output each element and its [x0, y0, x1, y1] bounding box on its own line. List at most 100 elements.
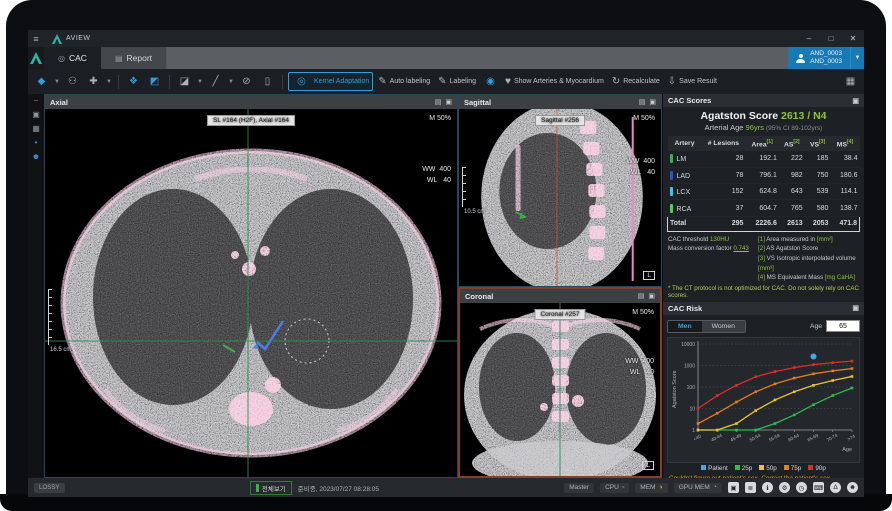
table-row[interactable]: LAD 78796.1982750180.6 — [668, 167, 860, 183]
eraser-tool-button[interactable]: ◪ — [175, 72, 194, 91]
sidebar-layout-window-icon[interactable]: ▦ — [32, 124, 40, 133]
record-button[interactable]: ◉ — [481, 72, 500, 91]
note-line: [4] MS Equivalent Mass [mg CaHA] — [758, 273, 859, 283]
risk-controls: Men Women Age — [667, 318, 860, 335]
cac-risk-maximize-icon[interactable]: ▣ — [852, 304, 859, 312]
toolbar-settings-button[interactable]: ▦ — [841, 72, 860, 91]
eraser-tool-caret-icon[interactable]: ▼ — [196, 79, 204, 85]
sagittal-export-icon[interactable]: ▤ — [639, 98, 646, 106]
navigate-tool-caret-icon[interactable]: ▼ — [53, 79, 61, 85]
auto-labeling-icon: ✎ — [378, 76, 386, 87]
table-row[interactable]: LCX 152624.8643539114.1 — [668, 184, 860, 200]
maximize-icon[interactable]: □ — [820, 30, 842, 47]
user-icon[interactable]: ☻ — [847, 482, 858, 493]
kernel-adaptation-toggle[interactable]: ◎ Kernel Adaptation — [288, 72, 373, 91]
svg-text:70-74: 70-74 — [826, 432, 839, 442]
table-header-cell: AS[2] — [779, 136, 805, 151]
content-area: − ▣ ▦ • ☻ Axial ▤ ▣ — [28, 94, 864, 478]
compare-users-button[interactable]: ⚇ — [63, 72, 82, 91]
svg-text:Agatston Score: Agatston Score — [672, 370, 678, 408]
mem-indicator[interactable]: MEM◑ — [635, 483, 667, 493]
crosshair-tool-button[interactable]: ✚ — [84, 72, 103, 91]
close-icon[interactable]: ✕ — [842, 30, 864, 47]
navigate-tool-button[interactable]: ◆ — [32, 72, 51, 91]
clock-icon[interactable]: ◷ — [796, 482, 807, 493]
note-line: [1] Area measured in [mm²] — [758, 235, 859, 245]
display-icon[interactable]: ▣ — [728, 482, 739, 493]
cac-scores-title: CAC Scores — [668, 96, 711, 105]
save-result-button[interactable]: ⇩ Save Result — [665, 72, 720, 91]
measure-tool-caret-icon[interactable]: ▼ — [227, 79, 235, 85]
legend-item[interactable]: 90p — [808, 465, 826, 472]
legend-item[interactable]: 75p — [784, 465, 802, 472]
sidebar-patient-icon[interactable]: ☻ — [32, 152, 40, 161]
toolbar-divider — [118, 75, 119, 89]
document-icon[interactable]: ≣ — [745, 482, 756, 493]
measure-tool-button[interactable]: ╱ — [206, 72, 225, 91]
coronal-viewport[interactable]: Coronal ▤ ▣ — [458, 287, 662, 478]
cac-scores-maximize-icon[interactable]: ▣ — [852, 97, 859, 105]
sidebar-collapse-icon[interactable]: − — [34, 96, 39, 105]
auto-labeling-button[interactable]: ✎ Auto labeling — [375, 72, 433, 91]
keyboard-icon[interactable]: ⌨ — [813, 482, 824, 493]
legend-item[interactable]: 25p — [735, 465, 753, 472]
legend-item[interactable]: 50p — [759, 465, 777, 472]
legend-item[interactable]: Patient — [701, 465, 728, 472]
settings-icon[interactable]: ⚙ — [779, 482, 790, 493]
notifications-icon[interactable]: Δ — [830, 482, 841, 493]
hamburger-menu-icon[interactable]: ≡ — [28, 34, 44, 44]
table-header-cell: # Lesions — [701, 136, 745, 151]
axial-title: Axial — [50, 98, 68, 107]
recalculate-icon: ↻ — [612, 76, 620, 87]
men-button[interactable]: Men — [668, 321, 702, 332]
layout-tool-button[interactable]: ❖ — [124, 72, 143, 91]
coronal-image-area[interactable]: Coronal #257 M 50% WW 400 WL 40 L — [460, 303, 660, 476]
window-controls: – □ ✕ — [798, 30, 864, 47]
arteries-icon: ♥ — [505, 76, 511, 87]
cpu-indicator[interactable]: CPU▫ — [600, 483, 629, 493]
table-total-row: Total2952226.626132053471.8 — [668, 216, 860, 231]
axial-image-area[interactable]: SL #164 (H2F), Axial #164 M 50% WW 400 W… — [45, 109, 457, 477]
cac-table: Artery# LesionsArea[1]AS[2]VS[3]MS[4] LM… — [667, 136, 860, 232]
master-badge: Master — [564, 483, 594, 493]
sagittal-maximize-icon[interactable]: ▣ — [649, 98, 656, 106]
patient-selector[interactable]: AND_0003 AND_0003 — [788, 47, 850, 69]
right-panel: CAC Scores ▣ Agatston Score 2613 / N4 Ar… — [662, 94, 864, 478]
laptop-mockup: ≡ AVIEW – □ ✕ ◎ CAC ▤ Report — [0, 0, 892, 511]
recalculate-button[interactable]: ↻ Recalculate — [609, 72, 663, 91]
recalculate-label: Recalculate — [623, 78, 660, 85]
sagittal-viewport[interactable]: Sagittal ▤ ▣ — [458, 94, 662, 287]
labeling-button[interactable]: ✎ Labeling — [435, 72, 479, 91]
axial-viewport[interactable]: Axial ▤ ▣ — [44, 94, 458, 478]
tab-report[interactable]: ▤ Report — [101, 47, 167, 69]
info-icon[interactable]: ℹ — [762, 482, 773, 493]
coronal-maximize-icon[interactable]: ▣ — [648, 292, 655, 300]
cac-risk-chart[interactable]: 110100100010000<4040-4445-4950-5455-5960… — [668, 338, 860, 460]
axial-maximize-icon[interactable]: ▣ — [445, 98, 452, 106]
minimize-icon[interactable]: – — [798, 30, 820, 47]
delete-tool-button[interactable]: ▯ — [258, 72, 277, 91]
sidebar-layout-grid-icon[interactable]: ▣ — [32, 110, 40, 119]
table-row[interactable]: RCA 37604.7765580138.7 — [668, 200, 860, 216]
crosshair-tool-caret-icon[interactable]: ▼ — [105, 79, 113, 85]
svg-text:100: 100 — [687, 385, 696, 391]
show-arteries-button[interactable]: ♥ Show Arteries & Myocardium — [502, 72, 607, 91]
svg-text:10000: 10000 — [681, 342, 695, 348]
coronal-ct-image — [460, 303, 660, 476]
title-bar: ≡ AVIEW – □ ✕ — [28, 30, 864, 47]
sagittal-image-area[interactable]: Sagittal #256 M 50% WW 400 WL 40 10.5 cm… — [459, 109, 661, 286]
view-mode-badge[interactable]: 전체보기 — [250, 481, 292, 495]
axial-export-icon[interactable]: ▤ — [435, 98, 442, 106]
age-input[interactable] — [826, 320, 860, 332]
tab-cac[interactable]: ◎ CAC — [44, 47, 101, 69]
annotate-tool-button[interactable]: ◩ — [145, 72, 164, 91]
women-button[interactable]: Women — [702, 321, 745, 332]
gpu-mem-indicator[interactable]: GPU MEM◔ — [674, 483, 722, 493]
patient-chip: AND_0003 AND_0003 ▼ — [788, 47, 864, 69]
table-row[interactable]: LM 28192.122218538.4 — [668, 151, 860, 167]
session-text: 준비중, 2023/07/27 08:28:05 — [298, 483, 379, 493]
patient-dropdown-icon[interactable]: ▼ — [850, 47, 864, 69]
axial-window-level: WW 400 WL 40 — [422, 165, 451, 186]
exclude-tool-button[interactable]: ⊘ — [237, 72, 256, 91]
coronal-export-icon[interactable]: ▤ — [638, 292, 645, 300]
